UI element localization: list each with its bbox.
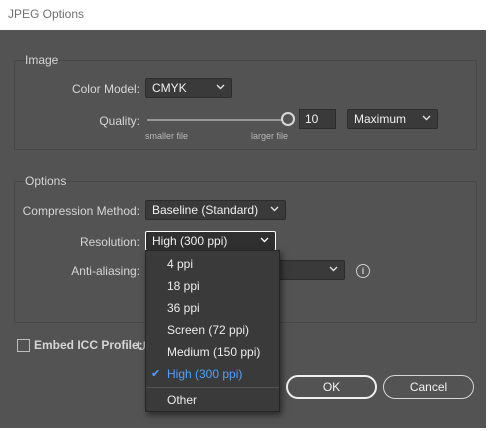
menu-item-36-ppi[interactable]: 36 ppi [146, 297, 279, 319]
antialiasing-select[interactable] [270, 260, 345, 280]
menu-item-other[interactable]: Other [146, 389, 279, 411]
menu-item-18-ppi[interactable]: 18 ppi [146, 275, 279, 297]
embed-icc-checkbox[interactable] [17, 339, 30, 352]
chevron-down-icon [216, 84, 225, 90]
menu-item-high-300-ppi[interactable]: ✔ High (300 ppi) [146, 363, 279, 385]
resolution-value: High (300 ppi) [152, 234, 228, 248]
quality-number-value: 10 [305, 112, 319, 126]
image-group [14, 60, 477, 150]
title-bar: JPEG Options [0, 0, 491, 31]
checkmark-icon: ✔ [151, 368, 161, 380]
quality-number-input[interactable]: 10 [299, 109, 336, 129]
color-model-value: CMYK [152, 81, 187, 95]
ok-button-label: OK [322, 380, 341, 394]
chevron-down-icon [422, 115, 431, 121]
chevron-down-icon [329, 266, 338, 272]
info-icon[interactable]: i [356, 264, 370, 278]
quality-slider-knob[interactable] [281, 112, 295, 126]
quality-slider-track[interactable] [147, 119, 284, 121]
color-model-select[interactable]: CMYK [145, 78, 232, 98]
window-title: JPEG Options [8, 7, 85, 21]
quality-preset-select[interactable]: Maximum [347, 109, 438, 129]
menu-item-screen-72-ppi[interactable]: Screen (72 ppi) [146, 319, 279, 341]
compression-value: Baseline (Standard) [152, 203, 259, 217]
cancel-button[interactable]: Cancel [383, 375, 474, 399]
menu-item-4-ppi[interactable]: 4 ppi [146, 253, 279, 275]
slider-right-caption: larger file [251, 131, 289, 141]
options-group-title: Options [25, 174, 67, 188]
compression-select[interactable]: Baseline (Standard) [145, 200, 286, 220]
quality-label: Quality: [99, 114, 140, 128]
antialiasing-label: Anti-aliasing: [71, 264, 140, 278]
menu-item-medium-150-ppi[interactable]: Medium (150 ppi) [146, 341, 279, 363]
chevron-down-icon [270, 206, 279, 212]
slider-left-caption: smaller file [145, 131, 189, 141]
background-edge [486, 30, 491, 431]
embed-icc-label: Embed ICC Profile: [34, 338, 143, 352]
cancel-button-label: Cancel [409, 380, 448, 394]
resolution-select[interactable]: High (300 ppi) [145, 231, 276, 251]
compression-label: Compression Method: [22, 204, 140, 218]
color-model-label: Color Model: [71, 82, 140, 96]
image-group-title: Image [25, 53, 59, 67]
quality-preset-value: Maximum [354, 112, 407, 126]
resolution-dropdown-menu: 4 ppi 18 ppi 36 ppi Screen (72 ppi) Medi… [145, 250, 280, 412]
menu-separator [146, 387, 279, 388]
ok-button[interactable]: OK [286, 375, 377, 399]
resolution-label: Resolution: [79, 235, 140, 249]
chevron-down-icon [260, 237, 269, 243]
